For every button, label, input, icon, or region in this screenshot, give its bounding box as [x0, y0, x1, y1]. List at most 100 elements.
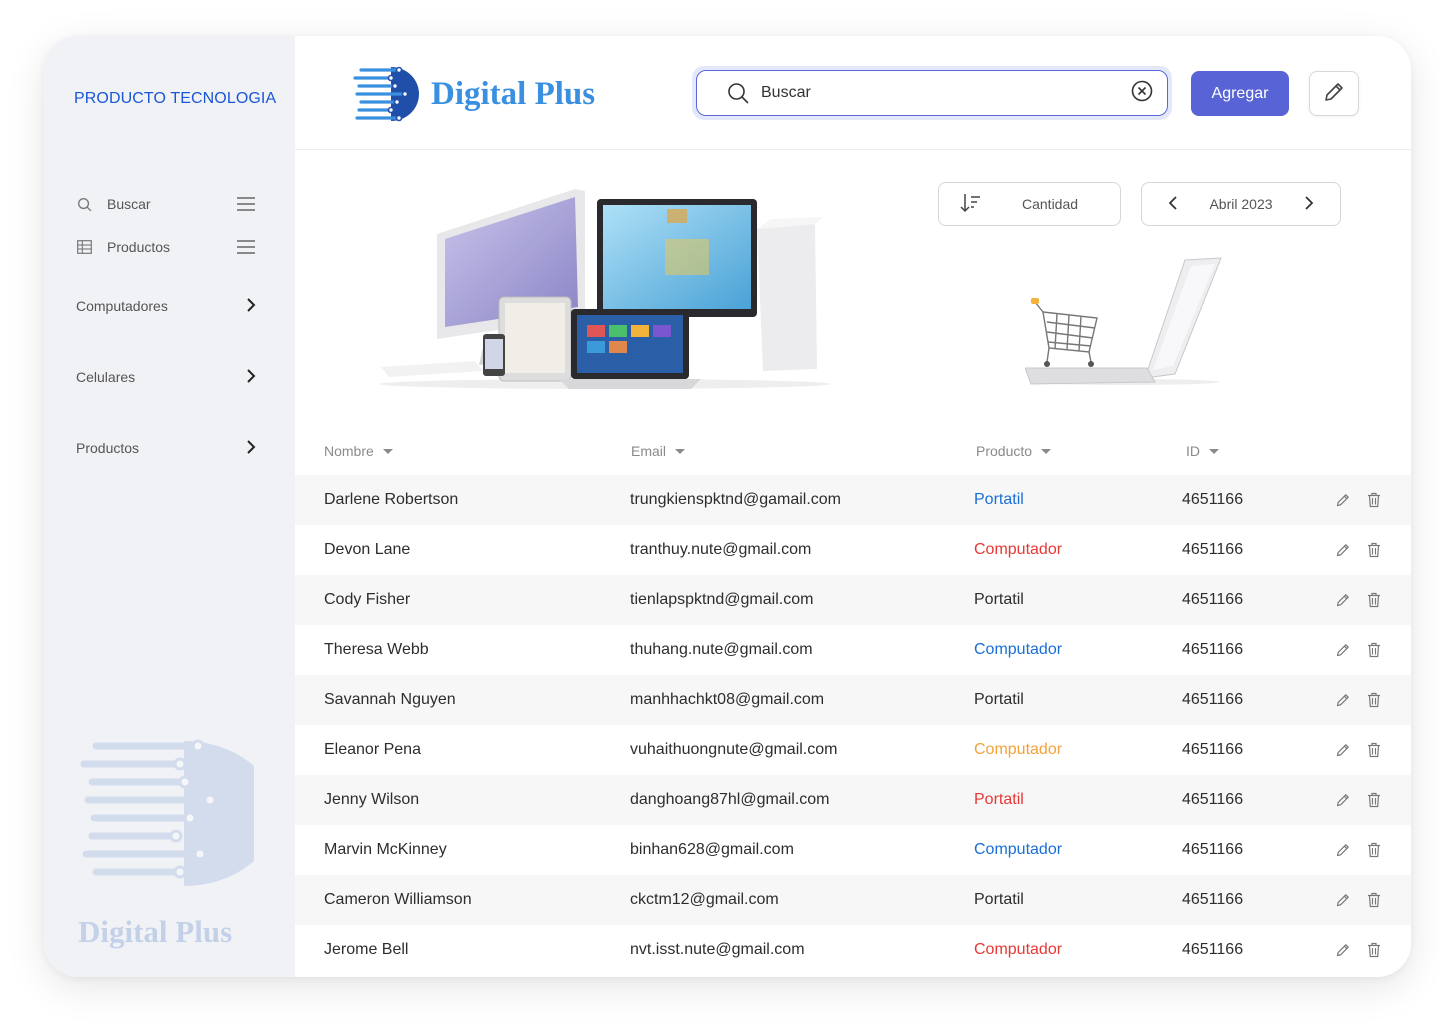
trash-icon[interactable] — [1365, 942, 1382, 959]
main-content: Digital Plus Agregar — [295, 36, 1411, 977]
row-actions — [1334, 625, 1382, 675]
pencil-icon[interactable] — [1334, 942, 1351, 959]
chevron-left-icon[interactable] — [1168, 195, 1178, 214]
cell-product: Computador — [974, 541, 1063, 558]
sidebar-item-buscar[interactable]: Buscar — [76, 192, 256, 216]
chevron-right-icon — [246, 368, 256, 387]
month-picker: Abril 2023 — [1141, 182, 1341, 226]
search-input[interactable] — [761, 84, 1131, 102]
column-label: ID — [1186, 443, 1200, 459]
chevron-right-icon — [246, 297, 256, 316]
row-actions — [1334, 825, 1382, 875]
sidebar-category-celulares[interactable]: Celulares — [76, 365, 256, 389]
cell-product: Portatil — [974, 891, 1024, 908]
table-row[interactable]: Cody Fisher tienlapspktnd@gmail.com Portat… — [295, 575, 1411, 625]
edit-button[interactable] — [1309, 71, 1359, 116]
column-header-id[interactable]: ID — [1186, 443, 1219, 459]
pencil-icon[interactable] — [1334, 742, 1351, 759]
trash-icon[interactable] — [1365, 792, 1382, 809]
pencil-icon[interactable] — [1334, 492, 1351, 509]
cell-id: 4651166 — [1182, 691, 1244, 708]
column-header-nombre[interactable]: Nombre — [324, 443, 393, 459]
table-row[interactable]: Cameron Williamson ckctm12@gmail.com Porta… — [295, 875, 1411, 925]
cell-name: Marvin McKinney — [324, 841, 447, 858]
trash-icon[interactable] — [1365, 692, 1382, 709]
pencil-icon[interactable] — [1334, 592, 1351, 609]
table-body: Darlene Robertson trungkienspktnd@gamail.… — [295, 475, 1411, 975]
logo[interactable]: Digital Plus — [353, 64, 595, 124]
sort-control[interactable]: Cantidad — [938, 182, 1121, 226]
trash-icon[interactable] — [1365, 742, 1382, 759]
hamburger-icon[interactable] — [236, 194, 256, 214]
pencil-icon[interactable] — [1334, 792, 1351, 809]
row-actions — [1334, 475, 1382, 525]
chevron-right-icon[interactable] — [1304, 195, 1314, 214]
cell-email: trungkienspktnd@gamail.com — [630, 491, 842, 508]
cell-id: 4651166 — [1182, 541, 1244, 558]
clear-search-icon[interactable] — [1131, 80, 1153, 107]
table-row[interactable]: Marvin McKinney binhan628@gmail.com Comput… — [295, 825, 1411, 875]
cell-id: 4651166 — [1182, 841, 1244, 858]
pencil-icon[interactable] — [1334, 842, 1351, 859]
cell-name: Eleanor Pena — [324, 741, 421, 758]
table-row[interactable]: Devon Lane tranthuy.nute@gmail.com Computa… — [295, 525, 1411, 575]
cell-id: 4651166 — [1182, 741, 1244, 758]
trash-icon[interactable] — [1365, 542, 1382, 559]
cell-product: Portatil — [974, 691, 1024, 708]
table-row[interactable]: Jerome Bell nvt.isst.nute@gmail.com Comput… — [295, 925, 1411, 975]
cell-email: tranthuy.nute@gmail.com — [630, 541, 812, 558]
products-table: Nombre Email Producto ID Darlene Roberts… — [295, 427, 1411, 975]
column-header-producto[interactable]: Producto — [976, 443, 1052, 459]
row-actions — [1334, 575, 1382, 625]
pencil-icon[interactable] — [1334, 692, 1351, 709]
shopping-cart-laptop-illustration — [1025, 257, 1222, 385]
category-label: Celulares — [76, 369, 136, 385]
trash-icon[interactable] — [1365, 842, 1382, 859]
pencil-icon[interactable] — [1334, 542, 1351, 559]
cell-product: Portatil — [974, 791, 1024, 808]
hamburger-icon[interactable] — [236, 237, 256, 257]
sidebar-category-computadores[interactable]: Computadores — [76, 294, 256, 318]
search-icon — [727, 82, 749, 104]
table-row[interactable]: Eleanor Pena vuhaithuongnute@gmail.com Com… — [295, 725, 1411, 775]
trash-icon[interactable] — [1365, 892, 1382, 909]
cell-name: Jenny Wilson — [324, 791, 420, 808]
table-row[interactable]: Darlene Robertson trungkienspktnd@gamail.… — [295, 475, 1411, 525]
table-row[interactable]: Savannah Nguyen manhhachkt08@gmail.com Por… — [295, 675, 1411, 725]
devices-illustration — [380, 189, 830, 389]
cell-name: Darlene Robertson — [324, 491, 459, 508]
cell-product: Computador — [974, 841, 1063, 858]
logo-text: Digital Plus — [431, 75, 596, 112]
column-header-email[interactable]: Email — [631, 443, 686, 459]
sidebar: PRODUCTO TECNOLOGIA Buscar Productos Com… — [44, 36, 295, 977]
top-bar: Digital Plus Agregar — [295, 36, 1411, 150]
pencil-icon — [1322, 80, 1346, 107]
cell-product: Computador — [974, 641, 1063, 658]
caret-down-icon — [675, 448, 686, 454]
pencil-icon[interactable] — [1334, 892, 1351, 909]
cell-product: Portatil — [974, 591, 1024, 608]
trash-icon[interactable] — [1365, 492, 1382, 509]
table-row[interactable]: Theresa Webb thuhang.nute@gmail.com Comput… — [295, 625, 1411, 675]
cell-product: Computador — [974, 741, 1063, 758]
sidebar-item-productos[interactable]: Productos — [76, 235, 256, 259]
cell-name: Jerome Bell — [324, 941, 409, 958]
cell-email: binhan628@gmail.com — [630, 841, 794, 858]
pencil-icon[interactable] — [1334, 642, 1351, 659]
cell-email: manhhachkt08@gmail.com — [630, 691, 825, 708]
trash-icon[interactable] — [1365, 592, 1382, 609]
search-icon — [76, 196, 92, 212]
add-button[interactable]: Agregar — [1191, 71, 1289, 116]
sort-label: Cantidad — [1022, 196, 1079, 212]
hero-area: Cantidad Abril 2023 — [295, 151, 1411, 421]
cell-email: ckctm12@gmail.com — [630, 891, 779, 908]
table-row[interactable]: Jenny Wilson danghoang87hl@gmail.com Porta… — [295, 775, 1411, 825]
cell-id: 4651166 — [1182, 941, 1244, 958]
table-header: Nombre Email Producto ID — [295, 427, 1411, 475]
sidebar-category-productos[interactable]: Productos — [76, 436, 256, 460]
trash-icon[interactable] — [1365, 642, 1382, 659]
cell-name: Theresa Webb — [324, 641, 429, 658]
row-actions — [1334, 875, 1382, 925]
cell-email: nvt.isst.nute@gmail.com — [630, 941, 805, 958]
cell-product: Computador — [974, 941, 1063, 958]
